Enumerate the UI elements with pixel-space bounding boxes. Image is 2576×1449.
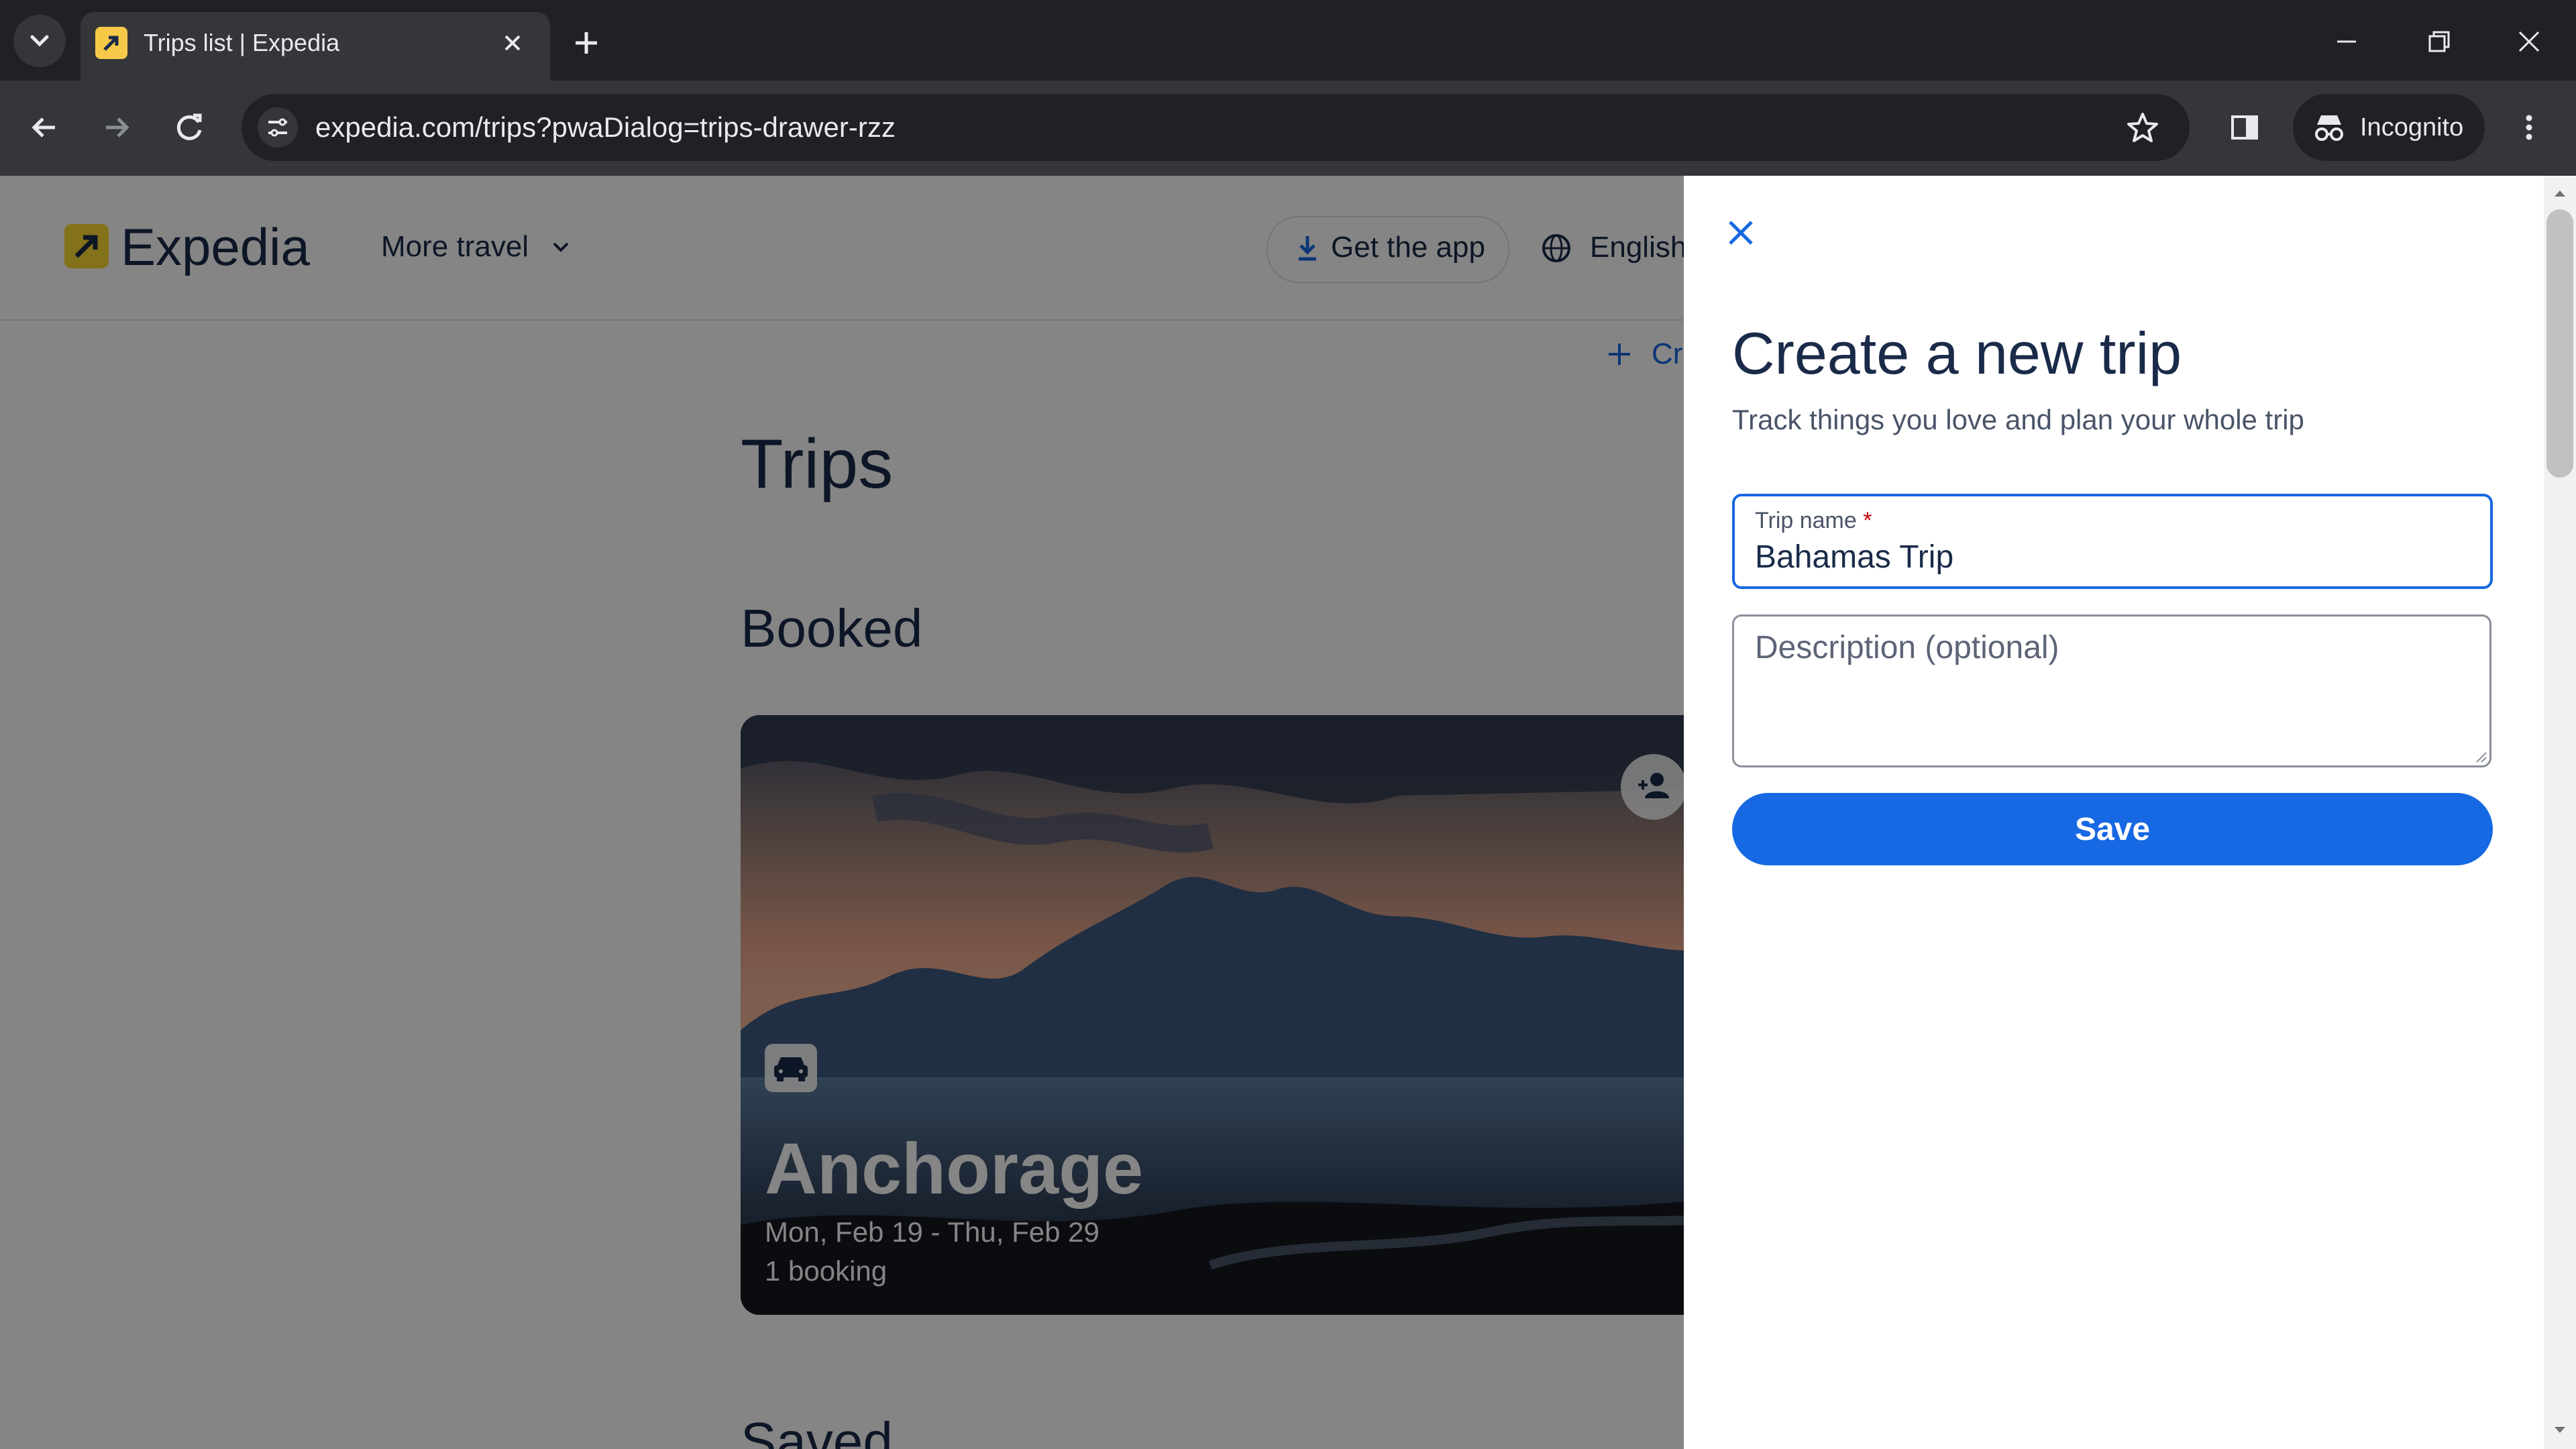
close-icon[interactable] (1712, 204, 1770, 262)
incognito-label: Incognito (2360, 113, 2464, 142)
drawer-subtitle: Track things you love and plan your whol… (1732, 404, 2304, 435)
create-trip-drawer: Create a new trip Track things you love … (1684, 176, 2544, 1449)
site-settings-icon[interactable] (258, 107, 298, 148)
incognito-icon (2312, 111, 2347, 144)
drawer-title: Create a new trip (1732, 320, 2182, 386)
scrollbar-thumb[interactable] (2546, 209, 2573, 478)
trip-name-label: Trip name * (1755, 504, 1872, 537)
more-menu-icon[interactable] (2516, 107, 2542, 148)
expedia-favicon-icon (95, 27, 127, 59)
new-tab-plus-icon[interactable] (568, 24, 605, 62)
bookmark-star-icon[interactable] (2123, 107, 2163, 148)
back-arrow-icon[interactable] (24, 107, 64, 148)
modal-backdrop[interactable] (0, 176, 1684, 1449)
scroll-down-arrow-icon[interactable] (2549, 1422, 2571, 1438)
window-close-icon[interactable] (2510, 23, 2548, 60)
save-button[interactable]: Save (1732, 793, 2493, 865)
window-minimize-icon[interactable] (2328, 23, 2365, 60)
required-indicator: * (1863, 508, 1872, 533)
reload-icon[interactable] (169, 107, 209, 148)
tab-title: Trips list | Expedia (144, 29, 340, 56)
side-panel-icon[interactable] (2224, 107, 2265, 148)
chevron-down-icon (30, 35, 49, 47)
trip-name-label-text: Trip name (1755, 508, 1857, 533)
description-input[interactable] (1755, 629, 2466, 747)
tab-search-button[interactable] (13, 15, 66, 67)
window-restore-icon[interactable] (2420, 23, 2458, 60)
forward-arrow-icon[interactable] (97, 107, 137, 148)
trip-name-input[interactable] (1755, 538, 2479, 576)
tab-close-icon[interactable] (496, 27, 529, 59)
resize-handle-icon[interactable] (2473, 749, 2487, 763)
scroll-up-arrow-icon[interactable] (2549, 185, 2571, 201)
url-text[interactable]: expedia.com/trips?pwaDialog=trips-drawer… (315, 107, 896, 148)
